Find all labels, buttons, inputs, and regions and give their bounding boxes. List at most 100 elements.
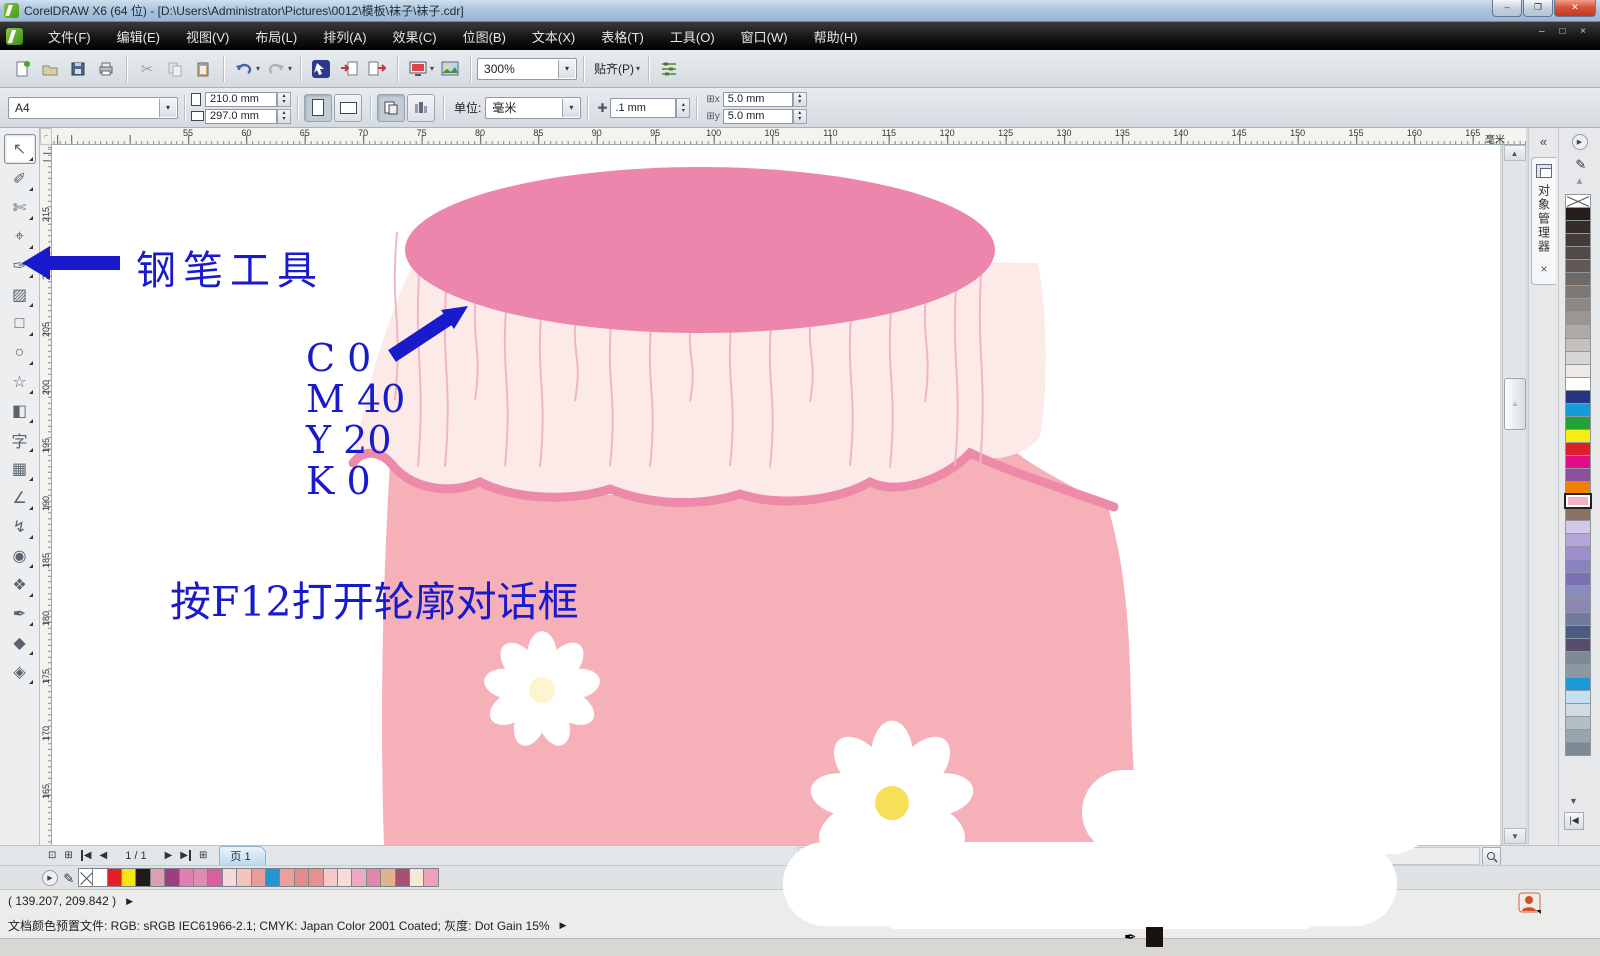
vertical-ruler[interactable]: 215210205200195190185180175170165: [40, 145, 52, 845]
document-color-swatch-8[interactable]: [207, 868, 222, 887]
units-combo[interactable]: 毫米▾: [485, 97, 581, 119]
page-setup-icon[interactable]: ⊡: [48, 850, 56, 861]
nudge-offset-field[interactable]: .1 mm: [610, 98, 676, 118]
text-tool[interactable]: 字: [5, 426, 35, 454]
workspace-color-swatch-15[interactable]: [1565, 390, 1591, 404]
connector-tool[interactable]: ↯: [5, 513, 35, 541]
workspace-color-swatch-5[interactable]: [1565, 259, 1591, 273]
interactive-fill-tool[interactable]: ◈: [5, 658, 35, 686]
tray-person-icon[interactable]: [1518, 892, 1542, 914]
document-window-buttons[interactable]: – □ ×: [1539, 26, 1592, 37]
docker-close-icon[interactable]: ×: [1532, 262, 1556, 276]
document-color-swatch-12[interactable]: [265, 868, 280, 887]
menu-item-3[interactable]: 布局(L): [242, 23, 310, 50]
outline-pen-tool[interactable]: ✒: [5, 600, 35, 628]
ellipse-tool[interactable]: ○: [5, 339, 35, 367]
document-color-swatch-23[interactable]: [423, 868, 438, 887]
pick-tool[interactable]: ↖: [4, 134, 36, 164]
workspace-color-swatch-34[interactable]: [1565, 638, 1591, 652]
menu-item-10[interactable]: 窗口(W): [728, 23, 801, 50]
workspace-color-swatch-28[interactable]: [1565, 559, 1591, 573]
document-color-swatch-15[interactable]: [308, 868, 323, 887]
zoom-tool[interactable]: ⌖: [5, 223, 35, 251]
workspace-color-swatch-1[interactable]: [1565, 207, 1591, 221]
document-color-swatch-18[interactable]: [351, 868, 366, 887]
document-color-swatch-14[interactable]: [294, 868, 309, 887]
workspace-color-swatch-21[interactable]: [1565, 468, 1591, 482]
workspace-color-swatch-39[interactable]: [1565, 703, 1591, 717]
page-width-field[interactable]: 210.0 mm: [205, 92, 277, 107]
workspace-color-swatch-22[interactable]: [1565, 481, 1591, 495]
full-screen-preview-button[interactable]: [404, 55, 432, 83]
workspace-color-swatch-41[interactable]: [1565, 729, 1591, 743]
workspace-color-swatch-38[interactable]: [1565, 690, 1591, 704]
paper-size-combo[interactable]: A4▾: [8, 97, 178, 119]
workspace-color-swatch-2[interactable]: [1565, 220, 1591, 234]
workspace-color-swatch-12[interactable]: [1565, 351, 1591, 365]
document-color-swatch-7[interactable]: [193, 868, 208, 887]
workspace-color-swatch-6[interactable]: [1565, 272, 1591, 286]
freehand-pen-tool[interactable]: ✑: [5, 252, 35, 280]
menu-item-2[interactable]: 视图(V): [173, 23, 242, 50]
ruler-origin[interactable]: ⌐: [40, 128, 52, 145]
workspace-color-swatch-26[interactable]: [1565, 533, 1591, 547]
document-color-swatch-3[interactable]: [135, 868, 150, 887]
copy-icon[interactable]: [161, 55, 189, 83]
workspace-color-swatch-25[interactable]: [1565, 520, 1591, 534]
menu-item-11[interactable]: 帮助(H): [801, 23, 871, 50]
snapping-menu[interactable]: 贴齐(P): [590, 60, 638, 77]
workspace-color-swatch-7[interactable]: [1565, 285, 1591, 299]
workspace-color-swatch-4[interactable]: [1565, 246, 1591, 260]
cut-icon[interactable]: ✂: [133, 55, 161, 83]
workspace-color-swatch-19[interactable]: [1565, 442, 1591, 456]
shape-tool[interactable]: ✐: [5, 165, 35, 193]
welcome-screen-button[interactable]: [436, 55, 464, 83]
workspace-color-swatch-17[interactable]: [1565, 416, 1591, 430]
landscape-button[interactable]: [334, 94, 362, 122]
page-tab[interactable]: 页 1: [219, 846, 265, 866]
document-color-swatch-9[interactable]: [222, 868, 237, 887]
table-tool[interactable]: ▦: [5, 455, 35, 483]
zoom-levels-combo[interactable]: 300%▾: [477, 58, 577, 80]
previous-page-icon[interactable]: ◀: [99, 850, 107, 861]
duplicate-y-field[interactable]: 5.0 mm: [723, 109, 793, 124]
effects-tool[interactable]: ◉: [5, 542, 35, 570]
workspace-color-swatch-40[interactable]: [1565, 716, 1591, 730]
workspace-color-swatch-31[interactable]: [1565, 598, 1591, 612]
workspace-color-swatch-36[interactable]: [1565, 664, 1591, 678]
preview-dropdown-arrow[interactable]: ▾: [430, 64, 434, 73]
vertical-scrollbar[interactable]: ▲ ▼: [1502, 145, 1526, 845]
palette-eyedropper-icon[interactable]: ✐: [1572, 144, 1588, 185]
undo-dropdown-arrow[interactable]: ▾: [256, 64, 260, 73]
close-button[interactable]: ✕: [1554, 0, 1596, 17]
document-color-swatch-10[interactable]: [236, 868, 251, 887]
document-color-swatch-16[interactable]: [323, 868, 338, 887]
workspace-color-swatch-9[interactable]: [1565, 311, 1591, 325]
menu-item-0[interactable]: 文件(F): [35, 23, 104, 50]
document-color-swatch-21[interactable]: [395, 868, 410, 887]
portrait-button[interactable]: [304, 94, 332, 122]
view-options-button[interactable]: [655, 55, 683, 83]
workspace-color-swatch-37[interactable]: [1565, 677, 1591, 691]
workspace-color-swatch-30[interactable]: [1565, 585, 1591, 599]
menu-item-9[interactable]: 工具(O): [657, 23, 728, 50]
document-color-swatch-0[interactable]: [92, 868, 107, 887]
minimize-button[interactable]: –: [1492, 0, 1522, 17]
snapping-dropdown-arrow[interactable]: ▾: [636, 64, 640, 73]
duplicate-y-spinner[interactable]: ▴▾: [793, 109, 807, 124]
crop-tool[interactable]: ✄: [5, 194, 35, 222]
workspace-color-swatch-13[interactable]: [1565, 364, 1591, 378]
add-page-end-icon[interactable]: ⊞: [199, 850, 207, 861]
save-button[interactable]: [64, 55, 92, 83]
vertical-scrollbar-thumb[interactable]: ≡: [1504, 378, 1526, 430]
menu-item-8[interactable]: 表格(T): [588, 23, 657, 50]
next-page-icon[interactable]: ▶: [165, 850, 173, 861]
last-page-icon[interactable]: ▶: [180, 850, 191, 861]
workspace-color-swatch-29[interactable]: [1565, 572, 1591, 586]
page-height-field[interactable]: 297.0 mm: [205, 109, 277, 124]
fill-tool[interactable]: ◆: [5, 629, 35, 657]
workspace-color-swatch-10[interactable]: [1565, 324, 1591, 338]
document-color-swatch-2[interactable]: [121, 868, 136, 887]
status-expand-icon[interactable]: ▶: [126, 896, 133, 907]
workspace-color-swatch-32[interactable]: [1565, 612, 1591, 626]
